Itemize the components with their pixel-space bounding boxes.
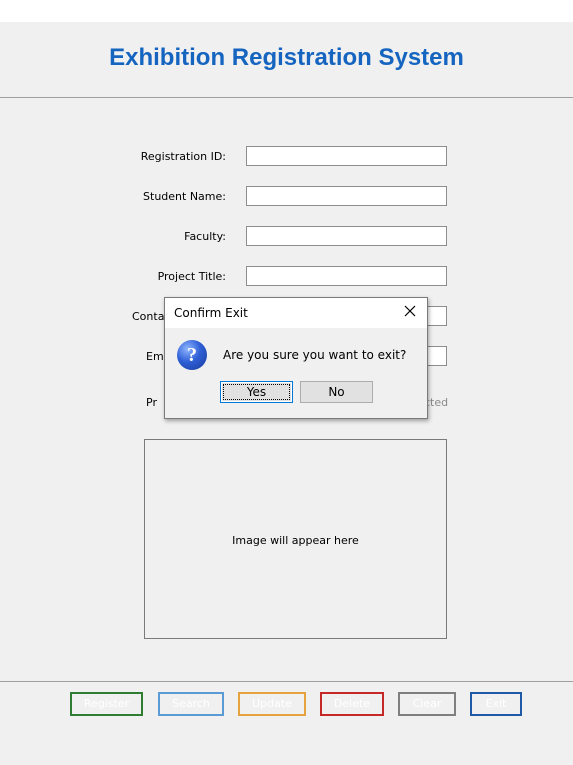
image-placeholder-text: Image will appear here bbox=[232, 534, 359, 547]
footer-divider bbox=[0, 681, 573, 682]
page-title: Exhibition Registration System bbox=[109, 44, 464, 71]
top-strip bbox=[0, 0, 573, 22]
project-title-label: Project Title: bbox=[157, 270, 226, 283]
registration-id-input[interactable] bbox=[246, 146, 447, 166]
exit-button[interactable]: Exit bbox=[470, 692, 522, 716]
faculty-input[interactable] bbox=[246, 226, 447, 246]
question-icon: ? bbox=[177, 340, 207, 370]
clear-button[interactable]: Clear bbox=[398, 692, 456, 716]
search-button[interactable]: Search bbox=[158, 692, 224, 716]
update-button[interactable]: Update bbox=[238, 692, 306, 716]
yes-button[interactable]: Yes bbox=[220, 381, 293, 403]
close-icon[interactable] bbox=[403, 304, 417, 318]
registration-id-label: Registration ID: bbox=[140, 150, 226, 163]
dialog-message: Are you sure you want to exit? bbox=[223, 348, 407, 362]
register-button[interactable]: Register bbox=[70, 692, 143, 716]
photo-label: Pr bbox=[146, 396, 157, 409]
project-title-input[interactable] bbox=[246, 266, 447, 286]
student-name-input[interactable] bbox=[246, 186, 447, 206]
confirm-exit-dialog: Confirm Exit ? Are you sure you want to … bbox=[164, 297, 428, 419]
delete-button[interactable]: Delete bbox=[320, 692, 384, 716]
image-preview: Image will appear here bbox=[144, 439, 447, 639]
header-divider bbox=[0, 97, 573, 98]
dialog-titlebar: Confirm Exit bbox=[165, 298, 427, 328]
email-label: Em bbox=[146, 350, 164, 363]
no-button[interactable]: No bbox=[300, 381, 373, 403]
faculty-label: Faculty: bbox=[184, 230, 226, 243]
student-name-label: Student Name: bbox=[143, 190, 226, 203]
dialog-title: Confirm Exit bbox=[174, 306, 248, 320]
